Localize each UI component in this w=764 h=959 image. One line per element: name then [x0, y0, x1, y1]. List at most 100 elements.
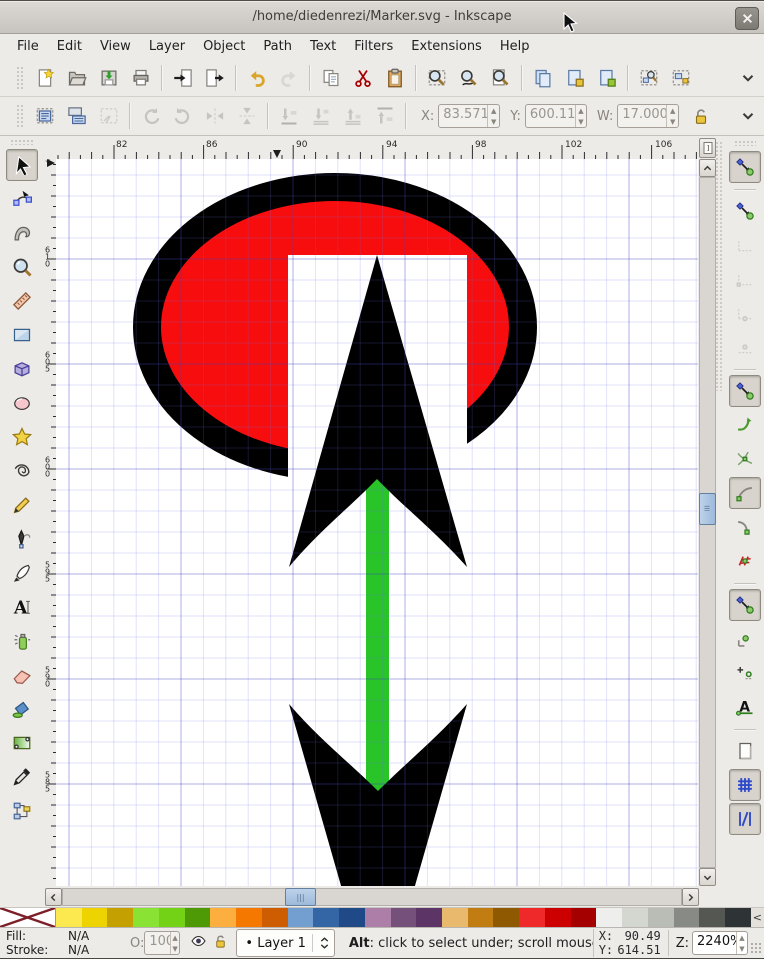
opacity-spin-arrows[interactable]: ▲ ▼: [169, 932, 180, 954]
menu-filters[interactable]: Filters: [345, 36, 402, 57]
tool-dropper[interactable]: [6, 761, 38, 793]
swatch-3465a4[interactable]: [313, 908, 340, 927]
palette-scroll-left-button[interactable]: <: [750, 908, 764, 927]
snap-to-paths-button[interactable]: [729, 409, 761, 441]
swatch-4e9a06[interactable]: [184, 908, 211, 927]
swatch-ef2929[interactable]: [519, 908, 545, 927]
new-document-button[interactable]: [29, 62, 61, 94]
swatch-5c3566[interactable]: [416, 908, 443, 927]
swatch-555753[interactable]: [699, 908, 726, 927]
zoom-drawing-button[interactable]: [453, 62, 485, 94]
layer-visibility-toggle[interactable]: [186, 934, 210, 952]
sticky-zoom-button[interactable]: [699, 138, 716, 158]
swatch-8f5902[interactable]: [493, 908, 520, 927]
snap-grids-button[interactable]: [728, 769, 761, 801]
menu-help[interactable]: Help: [491, 36, 539, 57]
menu-text[interactable]: Text: [301, 36, 345, 57]
lock-ratio-toggle[interactable]: [685, 100, 717, 132]
zoom-selection-button[interactable]: [421, 62, 453, 94]
swatch-75507b[interactable]: [390, 908, 417, 927]
snap-object-centers-button[interactable]: [729, 623, 761, 655]
menu-edit[interactable]: Edit: [48, 36, 91, 57]
menu-object[interactable]: Object: [194, 36, 254, 57]
rotate-ccw-button[interactable]: [135, 100, 167, 132]
snapbar-drag-handle[interactable]: [715, 141, 723, 391]
horizontal-ruler[interactable]: 82 86 90 94 98 102 106: [56, 137, 698, 159]
flip-vertical-button[interactable]: [231, 100, 263, 132]
menu-layer[interactable]: Layer: [140, 36, 194, 57]
swatch-fce94f[interactable]: [56, 908, 82, 927]
snap-page-border-button[interactable]: [729, 735, 761, 767]
tool-calligraphy[interactable]: [6, 557, 38, 589]
paste-button[interactable]: [379, 62, 411, 94]
w-field[interactable]: 17.000 ▲ ▼: [617, 104, 680, 128]
swatch-babdb6[interactable]: [647, 908, 674, 927]
controls-overflow-button[interactable]: [732, 100, 764, 132]
lower-button[interactable]: [305, 100, 337, 132]
swatch-e9b96e[interactable]: [442, 908, 468, 927]
tool-pencil[interactable]: [6, 489, 38, 521]
tool-star[interactable]: [6, 421, 38, 453]
tool-spray[interactable]: [6, 625, 38, 657]
snap-enable-button[interactable]: [728, 151, 761, 183]
snap-bbox-edges-button[interactable]: [729, 229, 761, 261]
snap-guides-button[interactable]: [728, 803, 761, 835]
toolbar-drag-handle[interactable]: [16, 65, 23, 90]
vertical-scrollbar-thumb[interactable]: ☰: [699, 493, 716, 525]
swatch-ce5c00[interactable]: [261, 908, 288, 927]
snap-path-intersections-button[interactable]: [729, 443, 761, 475]
toolbar-drag-handle[interactable]: [16, 104, 23, 128]
print-button[interactable]: [125, 62, 157, 94]
snap-bbox-button[interactable]: [729, 195, 761, 227]
tool-selector[interactable]: [6, 149, 38, 181]
duplicate-button[interactable]: [527, 62, 559, 94]
raise-button[interactable]: [337, 100, 369, 132]
scroll-down-button[interactable]: [699, 868, 716, 886]
layer-selector[interactable]: • Layer 1: [236, 929, 335, 957]
x-field[interactable]: 83.571 ▲ ▼: [438, 104, 501, 128]
swatch-c17d11[interactable]: [467, 908, 494, 927]
snap-bbox-corners-button[interactable]: [729, 263, 761, 295]
tool-spiral[interactable]: [6, 455, 38, 487]
tool-zoom[interactable]: [6, 251, 38, 283]
select-all-layers-button[interactable]: [61, 100, 93, 132]
tool-connector[interactable]: [6, 795, 38, 827]
tool-ellipse[interactable]: [6, 387, 38, 419]
snap-bbox-edge-midpoints-button[interactable]: [729, 297, 761, 329]
zoom-page-button[interactable]: [485, 62, 517, 94]
swatch-c4a000[interactable]: [107, 908, 134, 927]
undo-button[interactable]: [241, 62, 273, 94]
selection-dialog-button[interactable]: [633, 62, 665, 94]
snap-nodes-button[interactable]: [728, 375, 761, 407]
horizontal-scrollbar[interactable]: [62, 888, 682, 906]
swatch-edd400[interactable]: [81, 908, 108, 927]
y-field[interactable]: 600.116▲▼: [524, 104, 587, 128]
swatch-ad7fa8[interactable]: [364, 908, 391, 927]
snapbar-grip[interactable]: [733, 140, 756, 146]
raise-to-top-button[interactable]: [369, 100, 401, 132]
opacity-spinbox[interactable]: 100 ▲▼: [144, 931, 181, 955]
y-field-spin-arrows[interactable]: ▲ ▼: [574, 105, 586, 127]
commands-overflow-button[interactable]: [732, 62, 764, 94]
unlink-clone-button[interactable]: [591, 62, 623, 94]
flip-horizontal-button[interactable]: [199, 100, 231, 132]
snap-others-button[interactable]: [728, 589, 761, 621]
vertical-ruler[interactable]: 615610605600595590585: [44, 159, 56, 886]
tool-text[interactable]: A: [6, 591, 38, 623]
export-button[interactable]: [199, 62, 231, 94]
swatch-2e3436[interactable]: [725, 908, 751, 927]
tool-node-editor[interactable]: [6, 183, 38, 215]
swatch-8ae234[interactable]: [133, 908, 159, 927]
redo-button[interactable]: [273, 62, 305, 94]
snap-bbox-centers-button[interactable]: [729, 331, 761, 363]
create-clone-button[interactable]: [559, 62, 591, 94]
fill-stroke-indicator[interactable]: Fill: N/A Stroke: N/A: [6, 929, 130, 957]
toolbox-drag-handle[interactable]: [10, 139, 34, 145]
tool-measure[interactable]: [6, 285, 38, 317]
zoom-spinbox[interactable]: 2240% ▲▼: [692, 931, 748, 955]
swatch-a40000[interactable]: [570, 908, 597, 927]
horizontal-scrollbar-thumb[interactable]: |||: [285, 888, 316, 906]
swatch-fcaf3e[interactable]: [210, 908, 237, 927]
green-line-path[interactable]: [366, 479, 389, 791]
swatch-eeeeec[interactable]: [596, 908, 623, 927]
